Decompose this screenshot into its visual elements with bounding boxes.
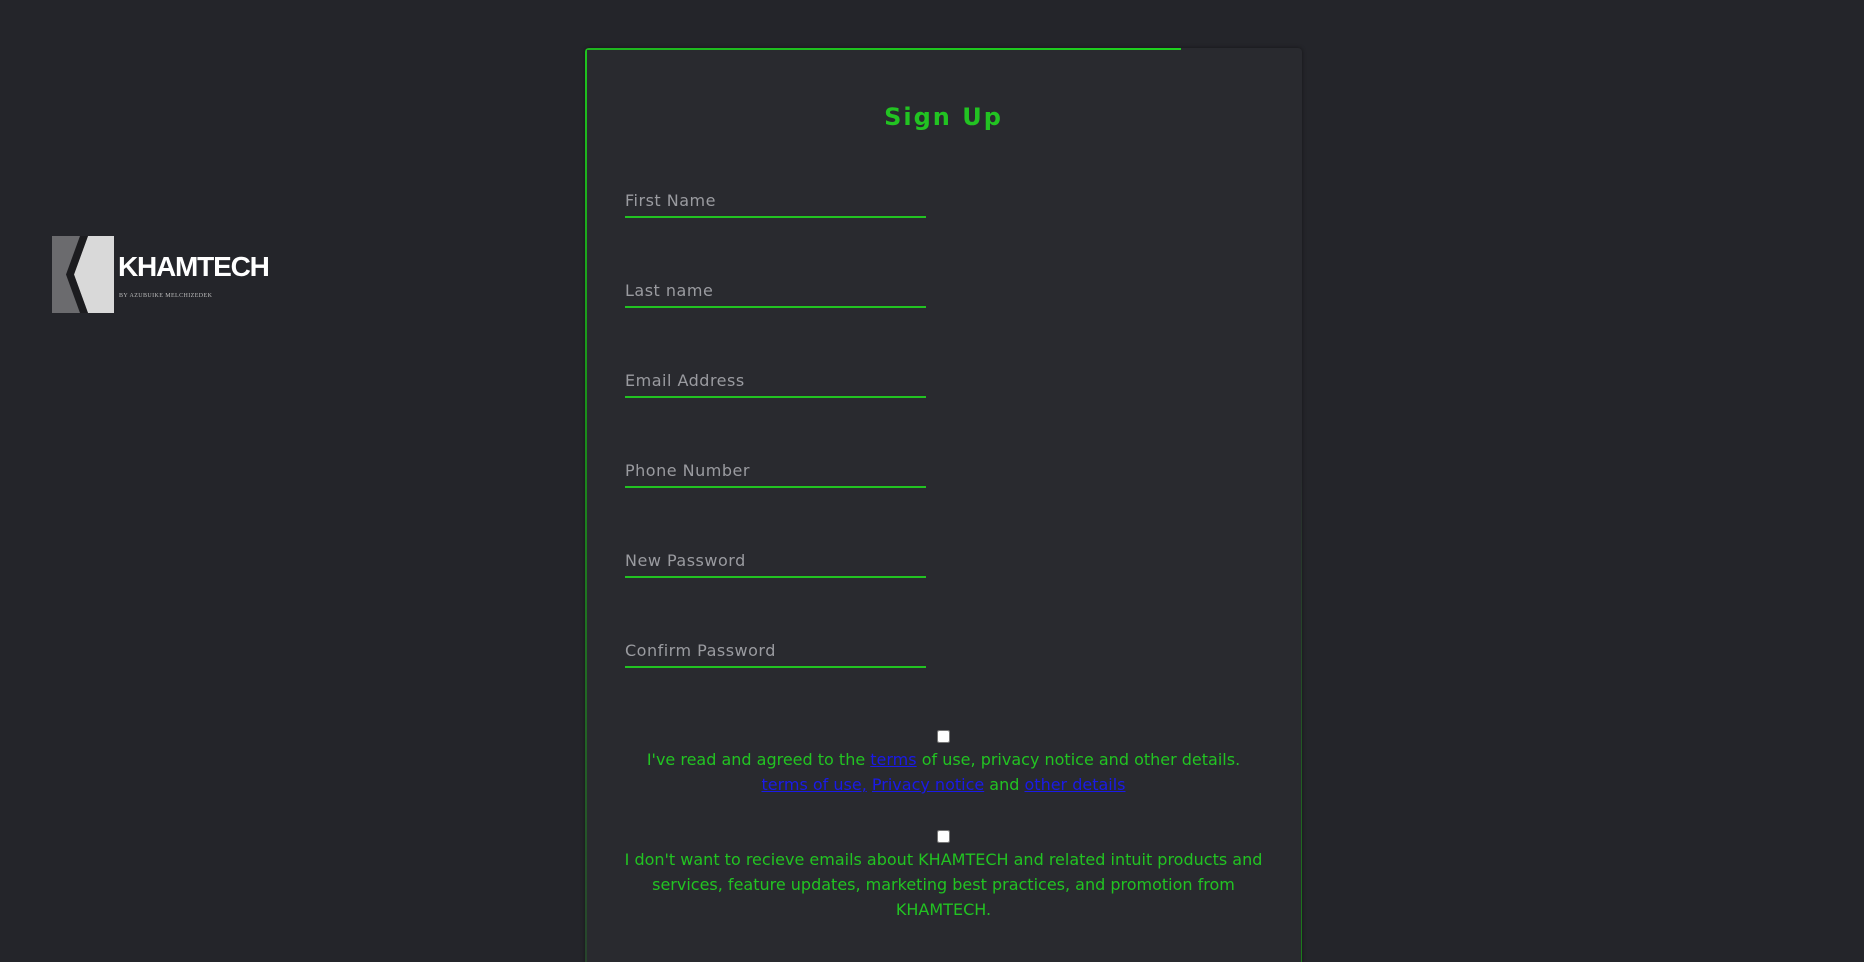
- marketing-optout: I don't want to recieve emails about KHA…: [585, 830, 1302, 922]
- email-field[interactable]: [625, 364, 926, 398]
- marketing-optout-text: I don't want to recieve emails about KHA…: [624, 850, 1263, 919]
- logo-tagline: BY AZUBUIKE MELCHIZEDEK: [119, 293, 213, 299]
- khamtech-logo: KHAMTECH BY AZUBUIKE MELCHIZEDEK: [52, 236, 272, 314]
- last-name-field[interactable]: [625, 274, 926, 308]
- marketing-optout-checkbox[interactable]: [937, 830, 950, 843]
- k-chevron-logo-icon: [52, 236, 114, 313]
- first-name-field-wrapper: [625, 184, 926, 220]
- confirm-password-field-wrapper: [625, 634, 926, 670]
- terms-text: I've read and agreed to the terms of use…: [646, 750, 1241, 794]
- signup-card: Sign Up I've read and agreed to the term…: [585, 48, 1302, 962]
- terms-link[interactable]: terms: [870, 750, 916, 769]
- other-details-link[interactable]: other details: [1025, 775, 1126, 794]
- signup-page: KHAMTECH BY AZUBUIKE MELCHIZEDEK Sign Up…: [0, 0, 1864, 962]
- privacy-notice-link[interactable]: Privacy notice: [872, 775, 984, 794]
- last-name-field-wrapper: [625, 274, 926, 310]
- card-top-accent: [585, 48, 1181, 50]
- new-password-field[interactable]: [625, 544, 926, 578]
- logo-wordmark: KHAMTECH: [118, 251, 270, 282]
- phone-field[interactable]: [625, 454, 926, 488]
- terms-checkbox[interactable]: [937, 730, 950, 743]
- card-left-accent: [585, 48, 587, 962]
- first-name-field[interactable]: [625, 184, 926, 218]
- email-field-wrapper: [625, 364, 926, 400]
- confirm-password-field[interactable]: [625, 634, 926, 668]
- new-password-field-wrapper: [625, 544, 926, 580]
- terms-agreement: I've read and agreed to the terms of use…: [585, 730, 1302, 797]
- phone-field-wrapper: [625, 454, 926, 490]
- page-title: Sign Up: [884, 103, 1003, 131]
- terms-of-use-link[interactable]: terms of use,: [761, 775, 866, 794]
